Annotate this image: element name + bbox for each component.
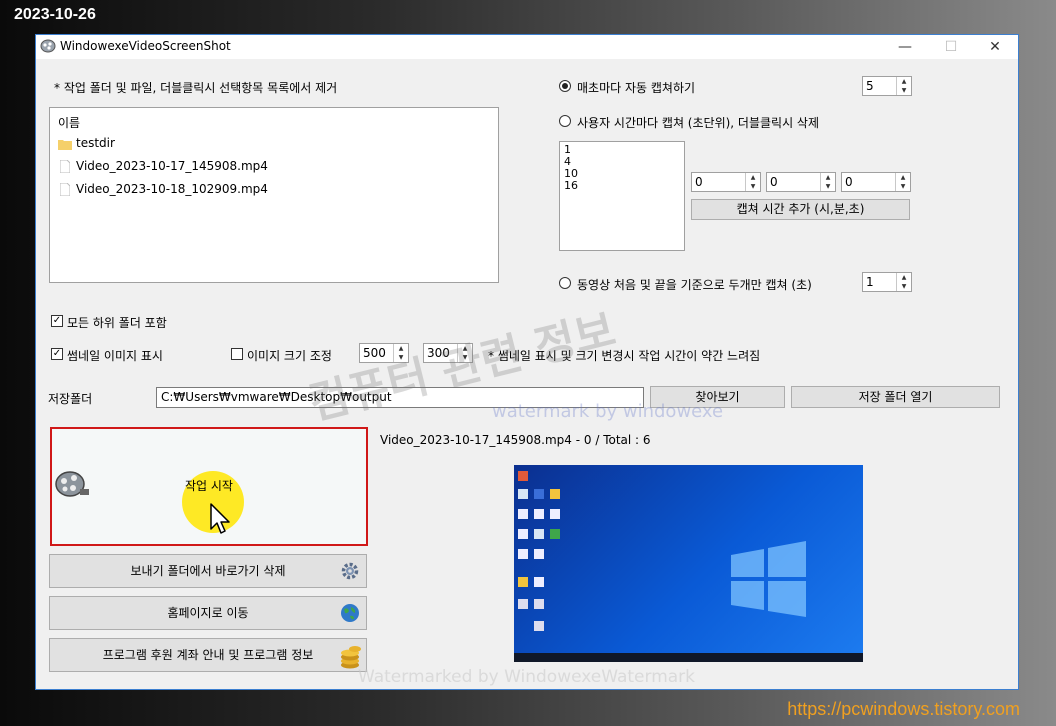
film-reel-icon [40,39,56,53]
stepper-value: 5 [866,79,874,93]
stepper-down-icon[interactable]: ▼ [821,182,835,191]
every-second-stepper[interactable]: 5 ▲ ▼ [862,76,912,96]
stepper-up-icon[interactable]: ▲ [896,173,910,182]
title-bar[interactable]: WindowexeVideoScreenShot — ☐ ✕ [36,35,1018,59]
stepper-up-icon[interactable]: ▲ [897,273,911,282]
start-button-label: 작업 시작 [185,479,233,493]
site-url: https://pcwindows.tistory.com [787,699,1020,719]
capture-time-list[interactable]: 1 4 10 16 [559,141,685,251]
file-name: testdir [76,136,115,150]
start-end-radio[interactable] [559,277,571,289]
stepper-arrows[interactable]: ▲ ▼ [820,173,835,191]
close-button[interactable]: ✕ [972,35,1018,59]
gear-icon [341,562,359,580]
watermark-sub: watermark by windowexe [492,401,724,422]
every-second-radio[interactable] [559,80,571,92]
file-name: Video_2023-10-17_145908.mp4 [76,159,268,173]
start-end-label[interactable]: 동영상 처음 및 끝을 기준으로 두개만 캡쳐 (초) [577,276,812,293]
windows-logo-icon [514,471,863,662]
coins-icon [341,646,361,669]
minimize-button[interactable]: — [882,35,928,59]
resize-image-checkbox[interactable] [231,348,243,360]
stepper-down-icon[interactable]: ▼ [746,182,760,191]
stepper-up-icon[interactable]: ▲ [746,173,760,182]
stepper-arrows[interactable]: ▲ ▼ [896,77,911,95]
watermark-bottom: Watermarked by WindowexeWatermark [358,667,696,687]
date-stamp: 2023-10-26 [14,6,96,23]
app-window: WindowexeVideoScreenShot — ☐ ✕ * 작업 폴더 및… [35,34,1019,690]
show-thumbnail-label[interactable]: 썸네일 이미지 표시 [67,347,163,364]
add-capture-time-button[interactable]: 캡쳐 시간 추가 (시,분,초) [691,199,910,220]
stepper-arrows[interactable]: ▲ ▼ [895,173,910,191]
homepage-label: 홈페이지로 이동 [167,606,249,620]
second-stepper[interactable]: 0 ▲ ▼ [841,172,911,192]
stepper-down-icon[interactable]: ▼ [897,86,911,95]
minute-stepper[interactable]: 0 ▲ ▼ [766,172,836,192]
user-time-radio[interactable] [559,115,571,127]
file-name: Video_2023-10-18_102909.mp4 [76,182,268,196]
stepper-value: 0 [770,175,778,189]
donate-info-label: 프로그램 후원 계좌 안내 및 프로그램 정보 [102,648,314,662]
stepper-value: 0 [695,175,703,189]
stepper-down-icon[interactable]: ▼ [897,282,911,291]
file-panel-hint: * 작업 폴더 및 파일, 더블클릭시 선택항목 목록에서 제거 [54,81,338,95]
every-second-label[interactable]: 매초마다 자동 캡쳐하기 [577,79,695,96]
open-save-folder-button[interactable]: 저장 폴더 열기 [791,386,1000,408]
thumbnail-preview [514,465,863,662]
stepper-up-icon[interactable]: ▲ [897,77,911,86]
show-thumbnail-checkbox[interactable]: ✓ [51,348,63,360]
file-icon [60,160,70,173]
stepper-value: 0 [845,175,853,189]
maximize-button[interactable]: ☐ [928,35,974,59]
file-icon [60,183,70,196]
stepper-arrows[interactable]: ▲ ▼ [745,173,760,191]
file-list-header[interactable]: 이름 [58,114,80,131]
remove-shortcut-button[interactable]: 보내기 폴더에서 바로가기 삭제 [49,554,367,588]
donate-info-button[interactable]: 프로그램 후원 계좌 안내 및 프로그램 정보 [49,638,367,672]
stepper-value: 1 [866,275,874,289]
folder-icon [58,140,72,150]
stepper-up-icon[interactable]: ▲ [821,173,835,182]
stepper-down-icon[interactable]: ▼ [896,182,910,191]
progress-status: Video_2023-10-17_145908.mp4 - 0 / Total … [380,433,651,447]
user-time-label[interactable]: 사용자 시간마다 캡쳐 (초단위), 더블클릭시 삭제 [577,114,819,131]
window-title: WindowexeVideoScreenShot [60,39,231,53]
include-subfolders-label[interactable]: 모든 하위 폴더 포함 [67,314,167,331]
window-content: * 작업 폴더 및 파일, 더블클릭시 선택항목 목록에서 제거 이름 test… [36,59,1018,689]
stepper-arrows[interactable]: ▲ ▼ [896,273,911,291]
list-item[interactable]: 16 [564,180,578,192]
start-button[interactable]: 작업 시작 [50,427,368,546]
save-folder-label: 저장폴더 [48,392,93,406]
file-list[interactable]: 이름 testdir Video_2023-10-17_145908.mp4 V… [49,107,499,283]
homepage-button[interactable]: 홈페이지로 이동 [49,596,367,630]
remove-shortcut-label: 보내기 폴더에서 바로가기 삭제 [130,564,286,578]
hour-stepper[interactable]: 0 ▲ ▼ [691,172,761,192]
mouse-cursor-icon [210,503,230,534]
start-end-stepper[interactable]: 1 ▲ ▼ [862,272,912,292]
globe-icon [341,604,359,622]
include-subfolders-checkbox[interactable]: ✓ [51,315,63,327]
resize-image-label[interactable]: 이미지 크기 조정 [247,347,332,364]
